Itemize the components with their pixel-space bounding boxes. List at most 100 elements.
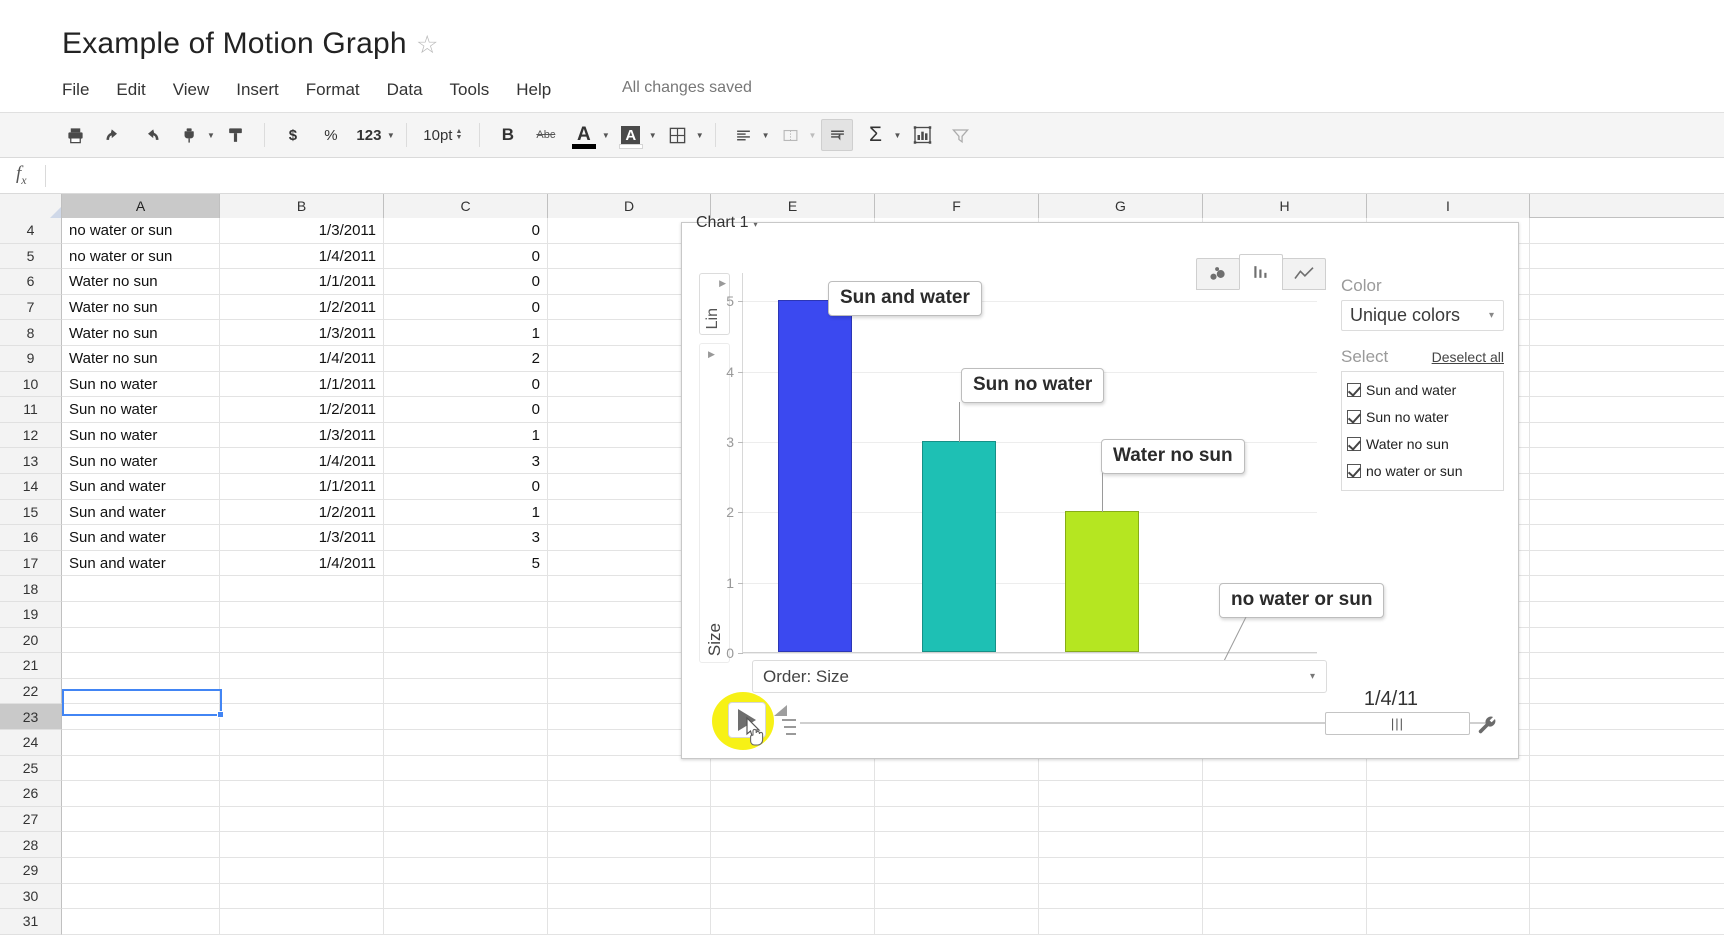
cell-H29[interactable] [1203,858,1367,884]
cell-C10[interactable]: 0 [384,371,548,398]
cell-C8[interactable]: 1 [384,320,548,346]
cell-I27[interactable] [1367,806,1530,833]
row-header-9[interactable]: 9 [0,346,62,372]
row-header-13[interactable]: 13 [0,448,62,474]
chevron-down-icon[interactable]: ▼ [207,131,215,140]
cell-F29[interactable] [875,858,1039,884]
cell-I26[interactable] [1367,781,1530,807]
row-header-26[interactable]: 26 [0,781,62,807]
cell-A6[interactable]: Water no sun [62,269,220,295]
chart-side-panel[interactable]: Color Unique colors ▾ Select Deselect al… [1341,276,1504,491]
chevron-down-icon[interactable]: ▼ [893,131,901,140]
cell-D26[interactable] [548,781,711,807]
series-checkbox-list[interactable]: Sun and water Sun no water Water no sun no … [1341,371,1504,491]
chevron-down-icon[interactable]: ▼ [387,131,395,140]
cell-A29[interactable] [62,858,220,884]
cell-E30[interactable] [711,883,875,910]
filter-icon[interactable] [944,119,976,151]
cell-G28[interactable] [1039,832,1203,858]
row-header-23[interactable]: 23 [0,704,62,730]
row-header-11[interactable]: 11 [0,397,62,423]
row-header-4[interactable]: 4 [0,218,62,244]
cell-B14[interactable]: 1/1/2011 [220,474,384,500]
cell-H26[interactable] [1203,781,1367,807]
cell-B24[interactable] [220,730,384,756]
row-header-27[interactable]: 27 [0,806,62,833]
cell-C24[interactable] [384,730,548,756]
cell-B9[interactable]: 1/4/2011 [220,346,384,372]
cell-E28[interactable] [711,832,875,858]
cell-C7[interactable]: 0 [384,294,548,321]
cell-B27[interactable] [220,806,384,833]
row-header-10[interactable]: 10 [0,371,62,398]
percent-format-button[interactable]: % [315,119,347,151]
column-header-A[interactable]: A [62,194,220,218]
cell-G25[interactable] [1039,755,1203,782]
cell-C21[interactable] [384,653,548,679]
cell-G26[interactable] [1039,781,1203,807]
menu-item-file[interactable]: File [62,80,89,100]
cell-F25[interactable] [875,755,1039,782]
column-header-B[interactable]: B [220,194,384,218]
cell-H27[interactable] [1203,806,1367,833]
cell-D28[interactable] [548,832,711,858]
checkbox-icon[interactable] [1347,463,1361,478]
cell-C9[interactable]: 2 [384,346,548,372]
wrap-text-icon[interactable] [821,119,854,151]
cell-C16[interactable]: 3 [384,525,548,551]
cell-G30[interactable] [1039,883,1203,910]
cell-C31[interactable] [384,909,548,935]
strikethrough-button[interactable]: Abc [530,119,562,151]
font-size-stepper[interactable]: 10pt ▲ ▼ [419,119,467,151]
cell-H25[interactable] [1203,755,1367,782]
cell-C30[interactable] [384,883,548,910]
speed-control[interactable] [774,702,796,738]
cell-A9[interactable]: Water no sun [62,346,220,372]
data-label-sun-no-water[interactable]: Sun no water [961,368,1105,403]
cell-A18[interactable] [62,576,220,602]
bold-button[interactable]: B [492,119,524,151]
cell-C22[interactable] [384,678,548,705]
cell-C27[interactable] [384,806,548,833]
cell-A25[interactable] [62,755,220,782]
column-header-H[interactable]: H [1203,194,1367,218]
cell-C15[interactable]: 1 [384,499,548,526]
column-header-D[interactable]: D [548,194,711,218]
cell-C13[interactable]: 3 [384,448,548,474]
cell-F30[interactable] [875,883,1039,910]
row-header-21[interactable]: 21 [0,653,62,679]
cell-C12[interactable]: 1 [384,422,548,449]
deselect-all-link[interactable]: Deselect all [1432,349,1504,365]
cell-A30[interactable] [62,883,220,910]
bar-water-no-sun[interactable] [1065,511,1140,652]
cell-A26[interactable] [62,781,220,807]
data-label-water-no-sun[interactable]: Water no sun [1101,439,1245,474]
cell-D27[interactable] [548,806,711,833]
chevron-down-icon[interactable]: ▾ [753,220,757,229]
cell-A10[interactable]: Sun no water [62,371,220,398]
chevron-down-icon[interactable]: ▾ [1310,671,1315,682]
cell-B8[interactable]: 1/3/2011 [220,320,384,346]
cell-B21[interactable] [220,653,384,679]
page-title[interactable]: Example of Motion Graph [62,27,407,61]
cell-A16[interactable]: Sun and water [62,525,220,551]
cell-A20[interactable] [62,627,220,654]
cell-I31[interactable] [1367,909,1530,935]
cell-B23[interactable] [220,704,384,730]
cell-C28[interactable] [384,832,548,858]
row-header-18[interactable]: 18 [0,576,62,602]
row-header-24[interactable]: 24 [0,730,62,756]
row-header-14[interactable]: 14 [0,474,62,500]
row-header-8[interactable]: 8 [0,320,62,346]
cell-B17[interactable]: 1/4/2011 [220,550,384,577]
cell-B7[interactable]: 1/2/2011 [220,294,384,321]
chevron-down-icon[interactable]: ▼ [602,131,610,140]
cell-E26[interactable] [711,781,875,807]
currency-format-button[interactable]: $ [277,119,309,151]
cell-D29[interactable] [548,858,711,884]
menu-item-insert[interactable]: Insert [236,80,279,100]
insert-chart-icon[interactable] [906,119,938,151]
number-format-button[interactable]: 123 [353,119,385,151]
cell-C4[interactable]: 0 [384,218,548,244]
cell-B15[interactable]: 1/2/2011 [220,499,384,526]
